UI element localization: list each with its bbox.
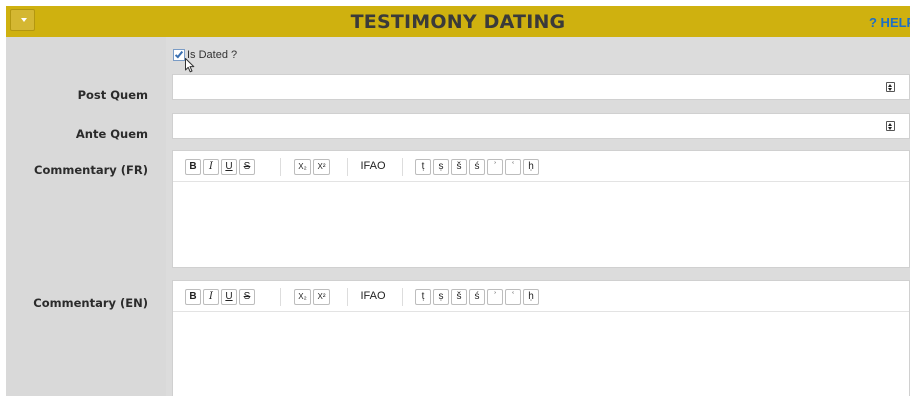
is-dated-checkbox[interactable] <box>173 49 185 61</box>
checkmark-icon <box>174 49 184 59</box>
commentary-fr-label: Commentary (FR) <box>34 163 148 177</box>
char-ayin-button[interactable]: ʿ <box>505 159 521 175</box>
subscript-button[interactable]: X₂ <box>294 289 311 305</box>
char-aleph-button[interactable]: ʾ <box>487 289 503 305</box>
editor-toolbar: B I U S X₂ X² IFAO ṭ ṣ š ś ʾ ʿ ḥ <box>173 281 909 312</box>
char-s-caron-button[interactable]: š <box>451 159 467 175</box>
strikethrough-button[interactable]: S <box>239 159 255 175</box>
editor-toolbar: B I U S X₂ X² IFAO ṭ ṣ š ś ʾ ʿ ḥ <box>173 151 909 182</box>
post-quem-input[interactable] <box>172 74 910 100</box>
toolbar-divider <box>280 158 281 176</box>
char-s-dot-button[interactable]: ṣ <box>433 289 449 305</box>
superscript-button[interactable]: X² <box>313 159 330 175</box>
mouse-cursor-icon <box>185 58 195 73</box>
ante-quem-input[interactable] <box>172 113 910 139</box>
is-dated-row: Is Dated ? <box>173 48 237 62</box>
toolbar-divider <box>402 158 403 176</box>
underline-button[interactable]: U <box>221 159 237 175</box>
commentary-en-label: Commentary (EN) <box>33 296 148 310</box>
page-title: TESTIMONY DATING <box>350 11 566 33</box>
char-h-dot-button[interactable]: ḥ <box>523 289 539 305</box>
subscript-button[interactable]: X₂ <box>294 159 311 175</box>
superscript-button[interactable]: X² <box>313 289 330 305</box>
commentary-fr-editor: B I U S X₂ X² IFAO ṭ ṣ š ś ʾ ʿ ḥ <box>172 150 910 268</box>
char-s-dot-button[interactable]: ṣ <box>433 159 449 175</box>
testimony-dating-panel: TESTIMONY DATING ? HELP Post Quem Ante Q… <box>6 6 910 396</box>
char-t-dot-button[interactable]: ṭ <box>415 289 431 305</box>
commentary-fr-content[interactable] <box>173 183 909 267</box>
char-t-dot-button[interactable]: ṭ <box>415 159 431 175</box>
char-ayin-button[interactable]: ʿ <box>505 289 521 305</box>
italic-button[interactable]: I <box>203 289 219 305</box>
labels-column: Post Quem Ante Quem Commentary (FR) Comm… <box>6 37 166 396</box>
ante-quem-label: Ante Quem <box>75 127 148 141</box>
toolbar-divider <box>402 288 403 306</box>
ifao-button[interactable]: IFAO <box>357 159 389 175</box>
spinner-icon[interactable] <box>886 82 895 92</box>
ifao-button[interactable]: IFAO <box>357 289 389 305</box>
bold-button[interactable]: B <box>185 159 201 175</box>
char-aleph-button[interactable]: ʾ <box>487 159 503 175</box>
char-s-caron-button[interactable]: š <box>451 289 467 305</box>
char-s-acute-button[interactable]: ś <box>469 159 485 175</box>
toolbar-divider <box>347 288 348 306</box>
underline-button[interactable]: U <box>221 289 237 305</box>
commentary-en-editor: B I U S X₂ X² IFAO ṭ ṣ š ś ʾ ʿ ḥ <box>172 280 910 396</box>
commentary-en-content[interactable] <box>173 313 909 396</box>
spinner-icon[interactable] <box>886 121 895 131</box>
char-h-dot-button[interactable]: ḥ <box>523 159 539 175</box>
toolbar-divider <box>280 288 281 306</box>
panel-header: TESTIMONY DATING ? HELP <box>6 6 910 37</box>
strikethrough-button[interactable]: S <box>239 289 255 305</box>
bold-button[interactable]: B <box>185 289 201 305</box>
post-quem-label: Post Quem <box>77 88 148 102</box>
help-link[interactable]: ? HELP <box>869 15 910 30</box>
toolbar-divider <box>347 158 348 176</box>
italic-button[interactable]: I <box>203 159 219 175</box>
char-s-acute-button[interactable]: ś <box>469 289 485 305</box>
